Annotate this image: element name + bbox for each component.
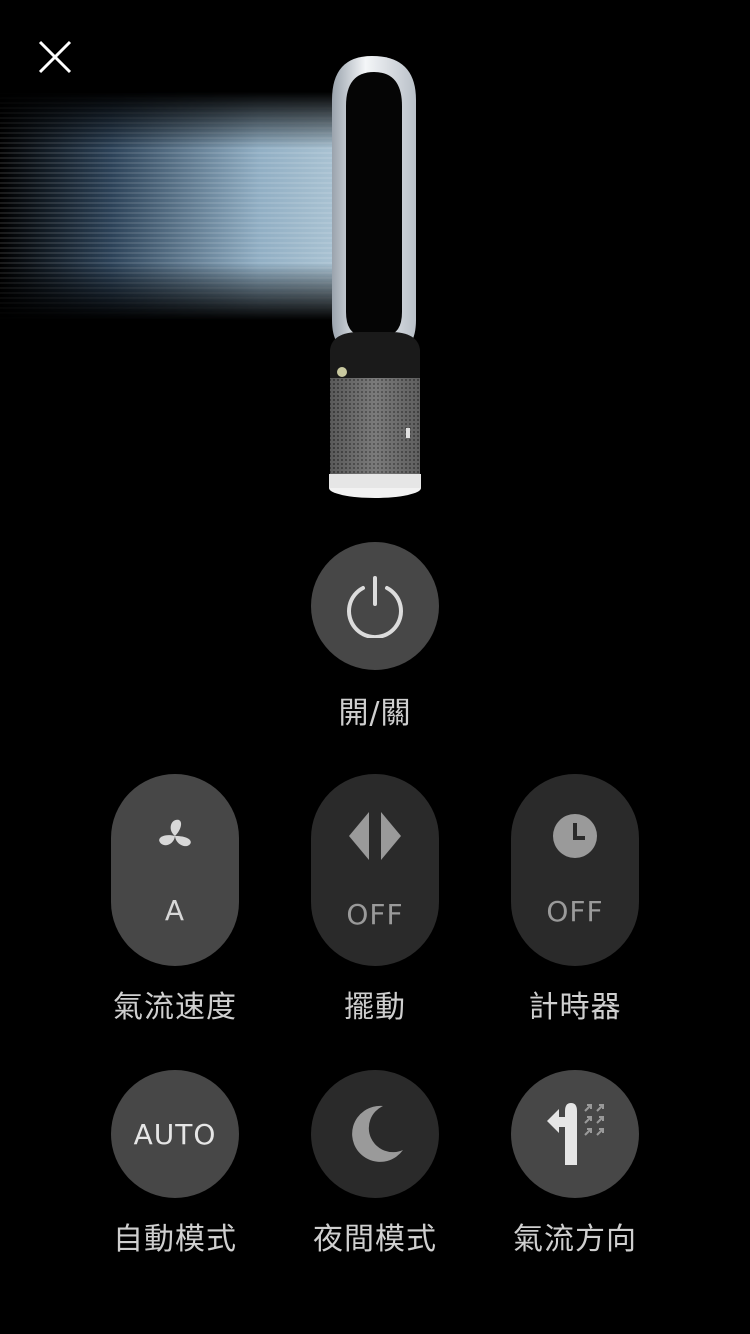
oscillation-button[interactable]: OFF xyxy=(311,774,439,966)
timer-label: 計時器 xyxy=(528,990,622,1025)
power-button[interactable] xyxy=(311,542,439,670)
night-mode-button[interactable] xyxy=(311,1070,439,1198)
close-button[interactable] xyxy=(30,32,80,82)
airflow-direction-icon xyxy=(547,1103,604,1165)
timer-button[interactable]: OFF xyxy=(511,774,639,966)
fan-icon xyxy=(159,819,191,846)
auto-mode-label: 自動模式 xyxy=(113,1222,237,1257)
airflow-illustration xyxy=(0,92,370,320)
power-icon xyxy=(347,576,403,638)
clock-icon xyxy=(553,813,597,858)
oscillation-value: OFF xyxy=(346,897,404,931)
night-mode-label: 夜間模式 xyxy=(313,1222,437,1257)
power-label: 開/關 xyxy=(338,696,412,731)
auto-mode-button[interactable]: AUTO xyxy=(111,1070,239,1198)
fan-speed-value: A xyxy=(164,893,186,927)
oscillation-label: 擺動 xyxy=(344,990,406,1025)
fan-speed-label: 氣流速度 xyxy=(113,990,237,1025)
airflow-direction-label: 氣流方向 xyxy=(513,1222,637,1257)
timer-value: OFF xyxy=(546,894,604,928)
fan-speed-button[interactable]: A xyxy=(111,774,239,966)
airflow-direction-button[interactable] xyxy=(511,1070,639,1198)
oscillation-icon xyxy=(349,811,401,860)
purifier-fan-image xyxy=(320,50,430,504)
moon-icon xyxy=(352,1105,403,1162)
close-icon xyxy=(38,40,72,74)
auto-mode-value: AUTO xyxy=(133,1117,217,1151)
